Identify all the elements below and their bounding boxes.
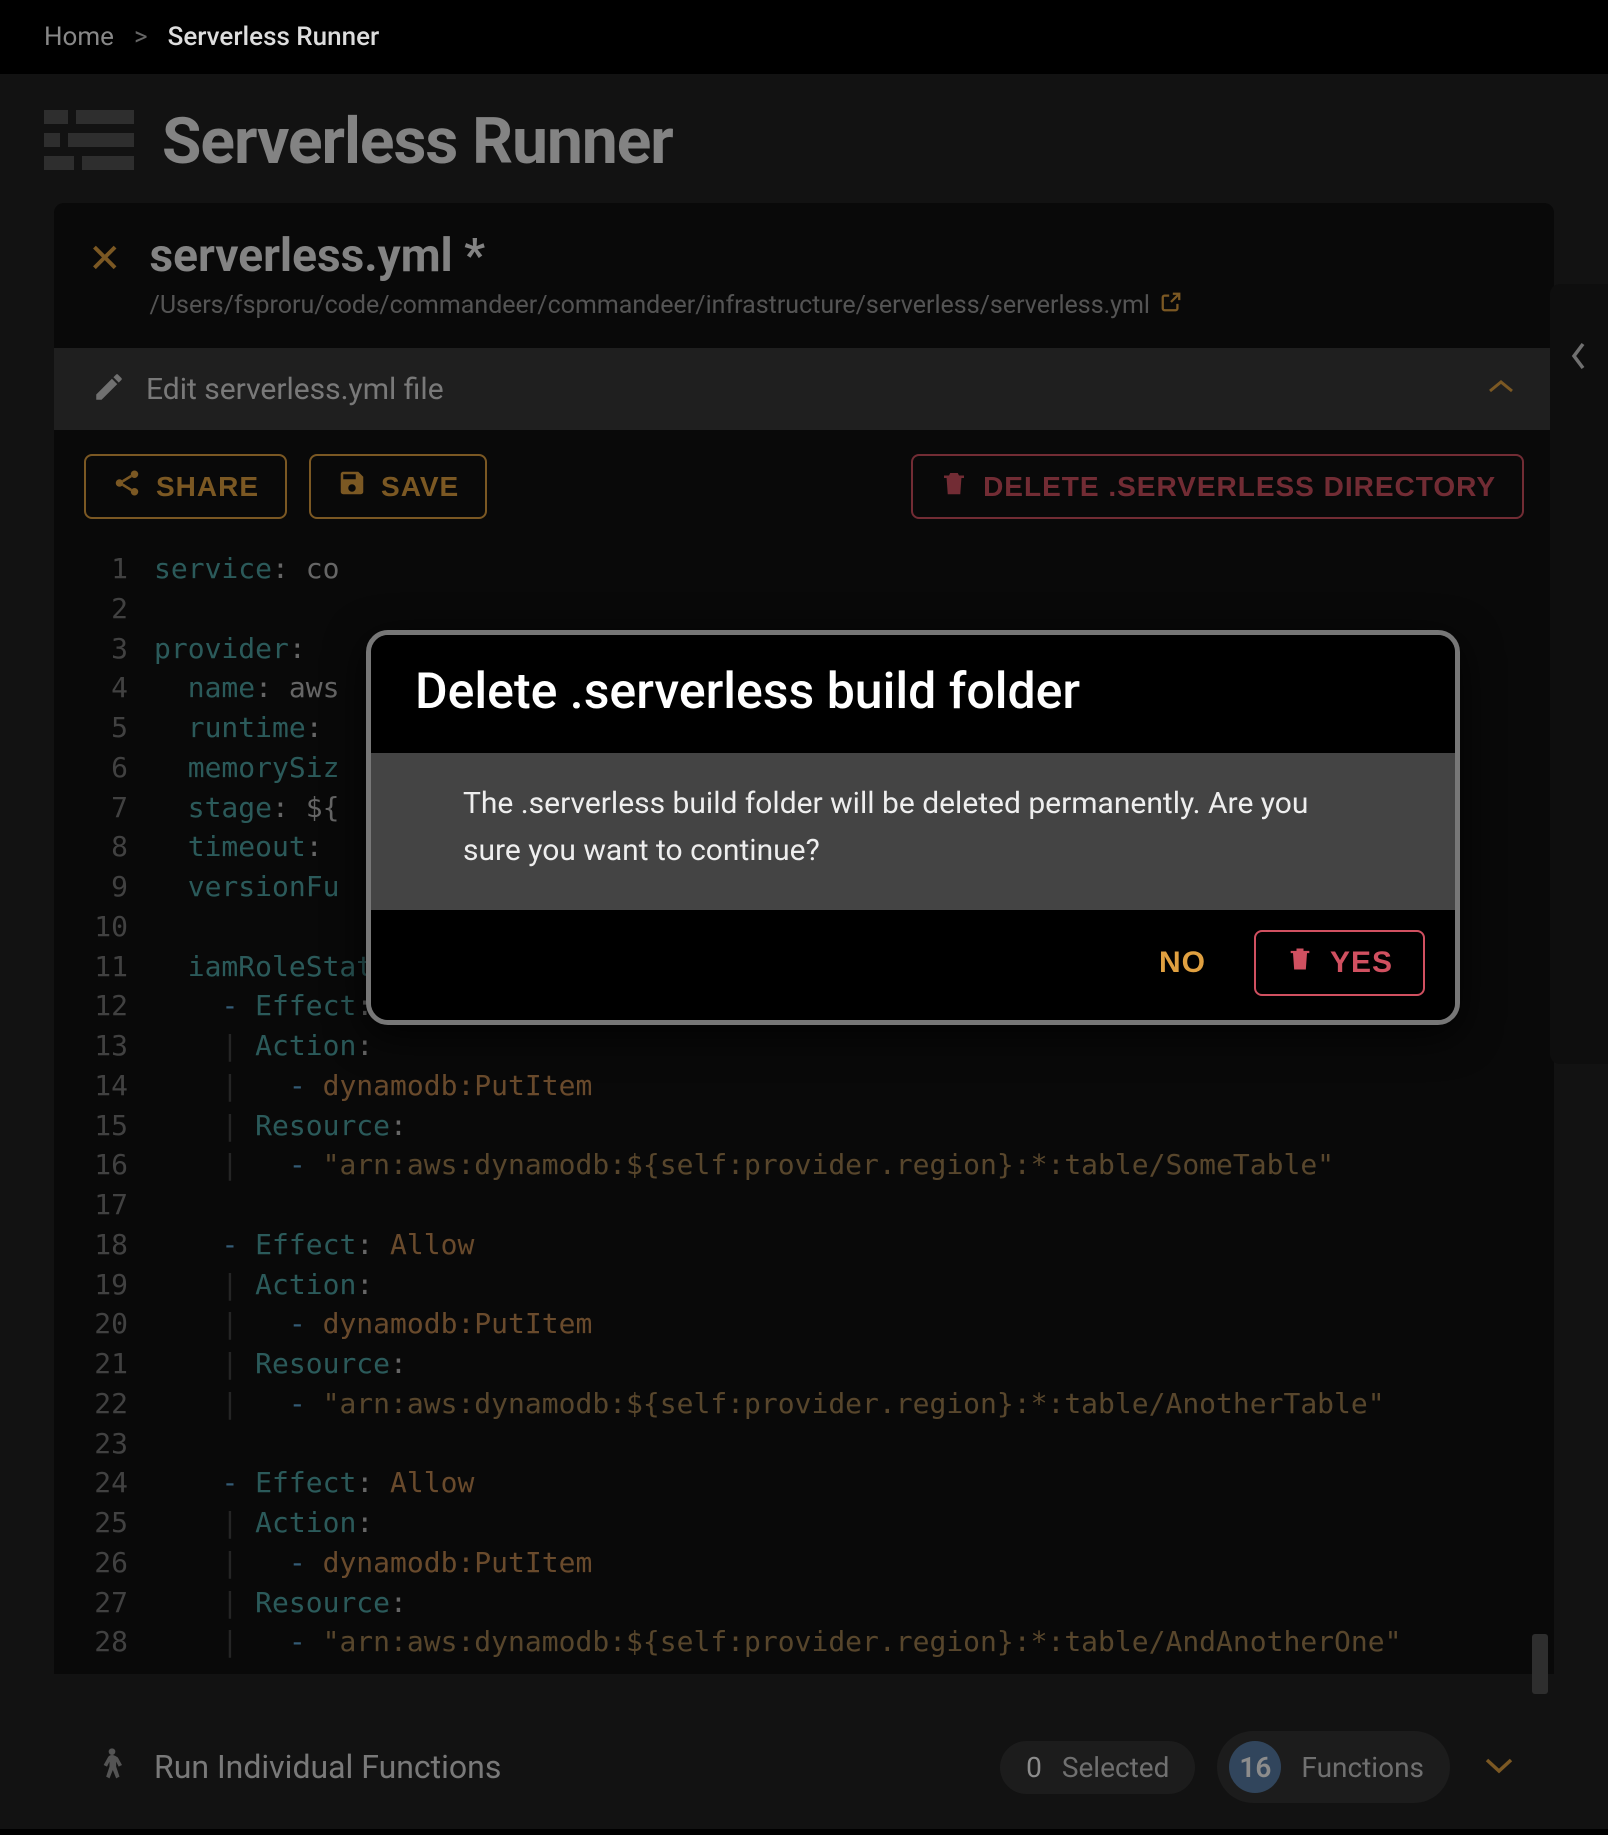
breadcrumb: Home > Serverless Runner <box>0 0 1608 74</box>
trash-icon <box>1286 944 1314 982</box>
breadcrumb-separator: > <box>134 22 148 52</box>
dialog-no-button[interactable]: NO <box>1159 946 1206 980</box>
delete-confirm-dialog: Delete .serverless build folder The .ser… <box>366 630 1460 1025</box>
dialog-title: Delete .serverless build folder <box>371 635 1455 753</box>
dialog-body: The .serverless build folder will be del… <box>371 753 1455 910</box>
breadcrumb-current: Serverless Runner <box>168 22 380 52</box>
breadcrumb-home[interactable]: Home <box>44 22 114 52</box>
dialog-yes-button[interactable]: YES <box>1254 930 1425 996</box>
dialog-actions: NO YES <box>371 910 1455 1020</box>
